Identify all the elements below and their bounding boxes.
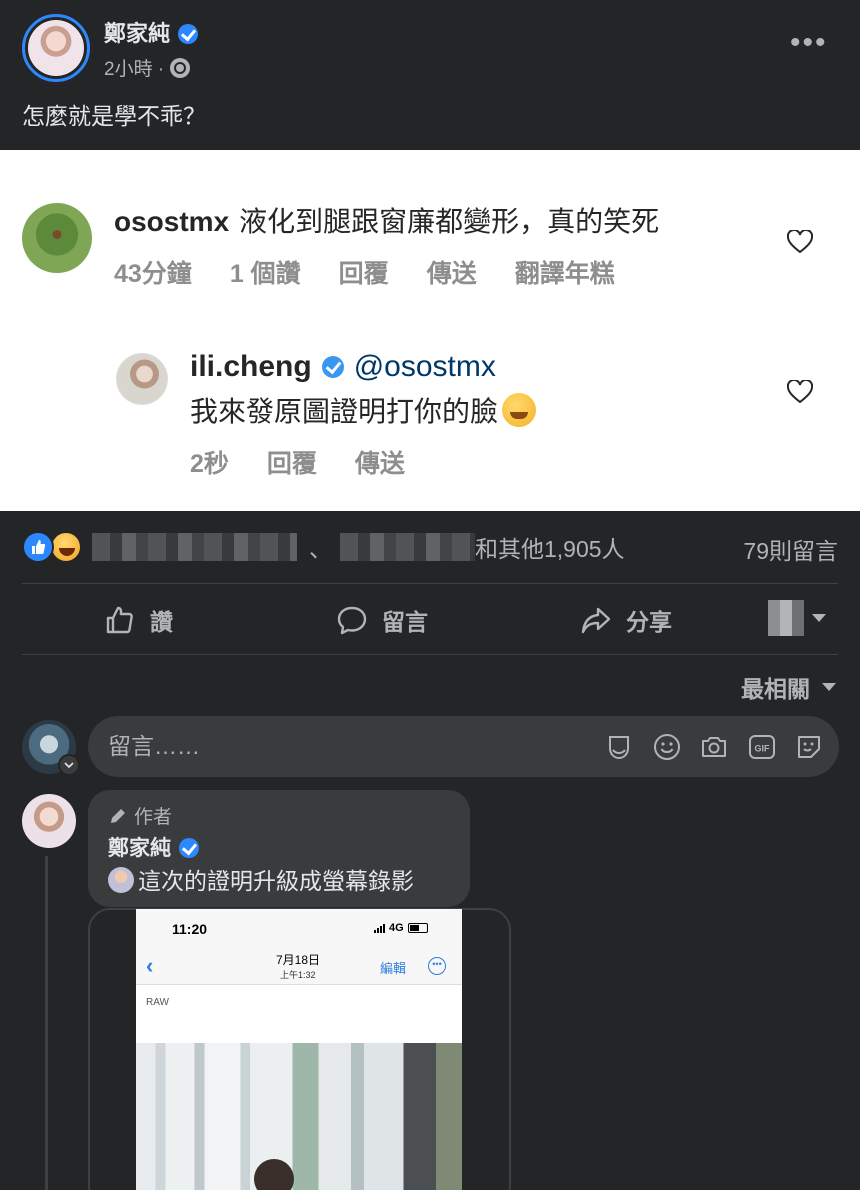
author-comment-bubble[interactable]: 作者 鄭家純 這次的證明升級成螢幕錄影 — [88, 790, 470, 907]
comment-box[interactable]: GIF — [88, 716, 839, 777]
phone-time: 11:20 — [172, 921, 208, 937]
comment2-time: 2秒 — [190, 450, 229, 478]
comment-button[interactable]: 留言 — [336, 592, 428, 648]
author-comment-name-row[interactable]: 鄭家純 — [108, 832, 199, 862]
comment1-username: osostmx — [114, 206, 230, 237]
blurred-name — [340, 533, 475, 561]
author-role-badge: 作者 — [108, 802, 172, 829]
author-name-row[interactable]: 鄭家純 — [104, 16, 199, 48]
reply-avatar — [116, 353, 168, 405]
like-button[interactable]: 讚 — [104, 592, 173, 648]
raw-label: RAW — [146, 997, 169, 1008]
signal-icon — [374, 923, 385, 933]
phone-date: 7月18日 — [276, 953, 321, 967]
comment1-meta: 43分鐘 1 個讚 回覆 傳送 翻譯年糕 — [114, 254, 615, 290]
post-meta: 2小時 · — [104, 54, 191, 81]
thumbs-up-icon — [106, 606, 133, 634]
author-role-label: 作者 — [134, 807, 173, 828]
pencil-icon — [111, 808, 125, 823]
comment2-username: ili.cheng — [190, 350, 312, 383]
thread-line — [45, 856, 48, 1190]
phone-network: 4G — [374, 922, 428, 934]
more-circle-icon: ••• — [428, 957, 446, 975]
divider — [22, 583, 838, 584]
share-icon — [581, 607, 611, 634]
comment1-reply: 回覆 — [338, 260, 389, 288]
reactions-summary[interactable]: 、 和其他1,905人 79則留言 — [22, 528, 838, 566]
profile-switch-chevron-icon[interactable] — [58, 754, 80, 776]
author-avatar[interactable] — [22, 14, 90, 82]
post-header: 鄭家純 2小時 · ••• 怎麼就是學不乖？ — [0, 0, 860, 150]
verified-badge-icon — [179, 838, 199, 858]
verified-badge-icon — [321, 356, 344, 378]
sort-selector[interactable]: 最相關 — [741, 670, 836, 704]
person-gesturing-icon — [108, 867, 134, 893]
sticker-icon[interactable] — [794, 732, 824, 762]
comment1-likes: 1 個讚 — [229, 260, 301, 288]
embedded-screenshot[interactable]: osostmx 液化到腿跟窗廉都變形，真的笑死 43分鐘 1 個讚 回覆 傳送 翻… — [0, 150, 860, 511]
reaction-others[interactable]: 和其他1,905人 — [475, 530, 625, 564]
camera-icon[interactable] — [699, 732, 729, 762]
post-time[interactable]: 2小時 · — [104, 54, 164, 81]
curtain-photo — [136, 1043, 462, 1190]
post-text: 怎麼就是學不乖？ — [22, 103, 206, 129]
author-comment-name[interactable]: 鄭家純 — [108, 837, 171, 860]
comment2-header: ili.cheng @osostmx — [190, 350, 496, 384]
attachment-screenshot[interactable]: 11:20 4G ‹ 7月18日 上午1:32 編輯 ••• RAW — [136, 909, 462, 1190]
comment-input[interactable] — [108, 716, 588, 777]
emoji-icon[interactable] — [652, 732, 682, 762]
commenter-avatar — [22, 203, 92, 273]
verified-badge-icon — [178, 24, 199, 44]
reaction-separator: 、 — [309, 536, 332, 562]
comment2-text: 我來發原圖證明打你的臉 — [190, 396, 499, 427]
chevron-down-icon — [812, 614, 826, 622]
like-label: 讚 — [150, 609, 173, 635]
gif-icon[interactable]: GIF — [747, 732, 777, 762]
profile-thumbnail — [768, 600, 804, 636]
blurred-name — [92, 533, 297, 561]
comment2-send: 傳送 — [354, 450, 405, 478]
person-head — [254, 1159, 294, 1190]
phone-status-bar: 11:20 4G — [136, 909, 462, 949]
phone-date-sub: 上午1:32 — [280, 970, 316, 980]
haha-reaction-icon — [50, 531, 82, 563]
hugging-face-icon — [502, 393, 537, 427]
author-comment-text: 這次的證明升級成螢幕錄影 — [138, 868, 414, 894]
share-label: 分享 — [626, 609, 672, 635]
comment2-meta: 2秒 回覆 傳送 — [190, 444, 405, 480]
heart-icon — [787, 230, 813, 254]
battery-icon — [407, 923, 428, 933]
like-reaction-icon — [22, 531, 54, 563]
phone-nav-bar: ‹ 7月18日 上午1:32 編輯 ••• — [136, 949, 462, 985]
comment-count[interactable]: 79則留言 — [743, 532, 838, 566]
comment1-time: 43分鐘 — [114, 260, 192, 288]
avatar-sticker-icon[interactable] — [604, 732, 634, 762]
comment2-mention: @osostmx — [353, 350, 496, 383]
phone-edit: 編輯 — [380, 961, 407, 976]
comment-icon — [337, 606, 367, 635]
more-dots-icon[interactable]: ••• — [790, 28, 828, 58]
chevron-left-icon: ‹ — [146, 953, 154, 978]
chevron-down-icon — [822, 683, 836, 691]
comment1-send: 傳送 — [426, 260, 477, 288]
globe-icon — [170, 57, 191, 78]
divider — [22, 654, 838, 655]
author-comment-text-row: 這次的證明升級成螢幕錄影 — [108, 862, 414, 896]
network-label: 4G — [389, 922, 404, 934]
sort-label: 最相關 — [741, 676, 810, 702]
heart-icon — [787, 380, 813, 404]
comment2-reply: 回覆 — [266, 450, 317, 478]
share-button[interactable]: 分享 — [580, 592, 672, 648]
audience-selector[interactable] — [768, 600, 826, 636]
comment1-translate: 翻譯年糕 — [514, 260, 615, 288]
action-bar: 讚 留言 分享 — [22, 592, 838, 648]
comment1-line: osostmx 液化到腿跟窗廉都變形，真的笑死 — [114, 200, 659, 240]
comment-label: 留言 — [382, 609, 428, 635]
comment1-text: 液化到腿跟窗廉都變形，真的笑死 — [239, 206, 660, 237]
svg-text:GIF: GIF — [755, 744, 771, 754]
author-name[interactable]: 鄭家純 — [104, 21, 170, 46]
author-comment-avatar[interactable] — [22, 794, 76, 848]
comment2-line: 我來發原圖證明打你的臉 — [190, 390, 537, 430]
